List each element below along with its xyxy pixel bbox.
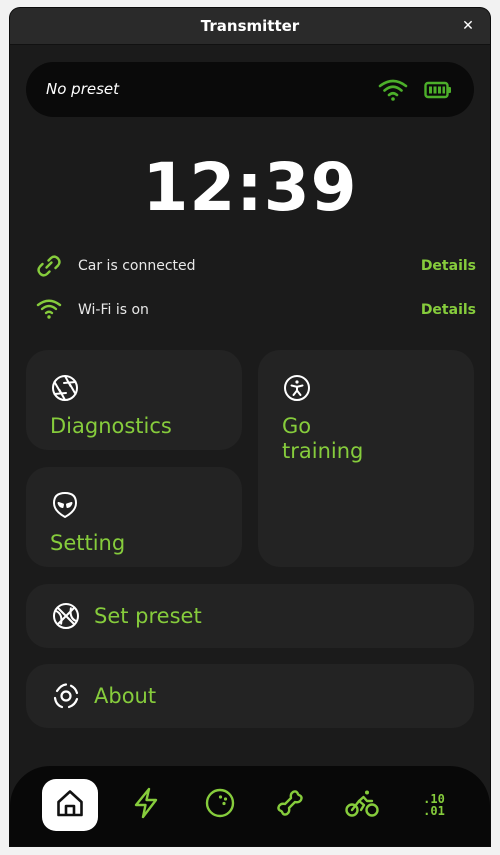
nav-bicycle-button[interactable] bbox=[334, 779, 390, 831]
set-preset-label: Set preset bbox=[94, 604, 202, 628]
go-training-card[interactable]: Go training bbox=[258, 350, 474, 567]
disc-icon bbox=[52, 682, 80, 714]
accessibility-icon bbox=[283, 374, 311, 406]
aperture-icon bbox=[51, 374, 79, 406]
battery-icon bbox=[424, 81, 452, 103]
lightning-icon bbox=[132, 787, 160, 823]
close-button[interactable]: ✕ bbox=[460, 18, 476, 34]
car-connection-text: Car is connected bbox=[78, 258, 196, 274]
setting-card[interactable]: Setting bbox=[26, 467, 242, 567]
home-icon bbox=[55, 788, 85, 822]
alien-icon bbox=[51, 491, 79, 523]
wifi-icon bbox=[378, 78, 408, 106]
binary-icon: .10 .01 bbox=[423, 793, 445, 817]
bottom-navigation: .10 .01 bbox=[10, 766, 490, 846]
binary-icon-bottom: .01 bbox=[423, 804, 445, 818]
set-preset-card[interactable]: Set preset bbox=[26, 584, 474, 648]
wifi-icon bbox=[36, 298, 62, 324]
nav-lightning-button[interactable] bbox=[118, 779, 174, 831]
setting-label: Setting bbox=[50, 531, 126, 555]
about-label: About bbox=[94, 684, 157, 708]
about-card[interactable]: About bbox=[26, 664, 474, 728]
wifi-details-link[interactable]: Details bbox=[421, 295, 476, 325]
go-training-label-line2: training bbox=[282, 439, 364, 463]
bicycle-icon bbox=[344, 788, 380, 822]
preset-label: No preset bbox=[46, 80, 120, 98]
wifi-status-text: Wi-Fi is on bbox=[78, 302, 149, 318]
nav-home-button[interactable] bbox=[42, 779, 98, 831]
bowling-ball-icon bbox=[205, 788, 235, 822]
nav-bowling-button[interactable] bbox=[192, 779, 248, 831]
car-connection-row: Car is connected Details bbox=[36, 251, 476, 281]
car-details-link[interactable]: Details bbox=[421, 251, 476, 281]
app-window: Transmitter ✕ No preset 12:39 Car is con… bbox=[10, 8, 490, 846]
title-bar: Transmitter ✕ bbox=[10, 8, 490, 45]
diagnostics-card[interactable]: Diagnostics bbox=[26, 350, 242, 450]
basketball-icon bbox=[52, 602, 80, 634]
go-training-label-line1: Go bbox=[282, 414, 312, 438]
nav-binary-button[interactable]: .10 .01 bbox=[406, 779, 462, 831]
nav-bone-button[interactable] bbox=[262, 779, 318, 831]
bone-icon bbox=[275, 788, 305, 822]
diagnostics-label: Diagnostics bbox=[50, 414, 172, 438]
wifi-row: Wi-Fi is on Details bbox=[36, 295, 476, 325]
status-pill: No preset bbox=[26, 62, 474, 117]
window-title: Transmitter bbox=[200, 17, 300, 35]
link-icon bbox=[36, 254, 62, 282]
clock-display: 12:39 bbox=[142, 149, 358, 226]
